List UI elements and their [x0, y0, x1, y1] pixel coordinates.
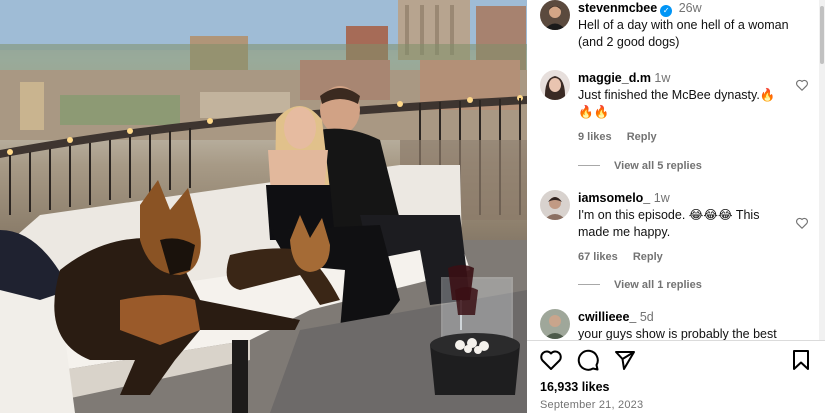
verified-badge-icon: ✓	[660, 5, 673, 17]
comment-likes[interactable]: 67 likes	[578, 251, 618, 263]
comment-text: your guys show is probably the best	[578, 327, 777, 340]
comment-time[interactable]: 5d	[640, 310, 654, 324]
view-replies-button[interactable]: View all 5 replies	[578, 160, 702, 172]
comment-icon[interactable]	[576, 348, 600, 372]
comment-username[interactable]: cwillieee_	[578, 310, 636, 324]
avatar-icon	[540, 70, 570, 100]
post-author[interactable]: stevenmcbee	[578, 1, 657, 15]
comments-panel: stevenmcbee ✓ 26w Hell of a day with one …	[527, 0, 825, 413]
comment-item: cwillieee_ 5d your guys show is probably…	[540, 309, 813, 340]
comment-time[interactable]: 1w	[654, 71, 670, 85]
replies-line	[578, 284, 600, 285]
heart-icon[interactable]	[795, 216, 809, 230]
comment-time[interactable]: 1w	[654, 191, 670, 205]
view-replies-button[interactable]: View all 1 replies	[578, 279, 702, 291]
avatar[interactable]	[540, 309, 570, 339]
reply-button[interactable]: Reply	[627, 131, 657, 143]
post-time[interactable]: 26w	[679, 1, 702, 15]
action-bar	[539, 348, 813, 374]
bookmark-icon[interactable]	[789, 348, 813, 372]
comment-text: I'm on this episode. 😂😂😂 This made me ha…	[578, 208, 760, 239]
comment-text: Just finished the McBee dynasty.🔥🔥🔥	[578, 88, 776, 119]
scrollbar[interactable]	[819, 0, 825, 340]
heart-icon[interactable]	[539, 348, 563, 372]
post-date: September 21, 2023	[540, 399, 644, 411]
comment-likes[interactable]: 9 likes	[578, 131, 612, 143]
replies-line	[578, 165, 600, 166]
share-icon[interactable]	[613, 348, 637, 372]
likes-count[interactable]: 16,933 likes	[540, 380, 610, 394]
avatar-icon	[540, 0, 570, 30]
divider	[527, 340, 825, 341]
view-replies-label[interactable]: View all 1 replies	[614, 279, 702, 291]
heart-icon[interactable]	[795, 78, 809, 92]
photo-illustration	[0, 0, 527, 413]
avatar[interactable]	[540, 190, 570, 220]
caption-text: Hell of a day with one hell of a woman (…	[578, 18, 789, 49]
reply-button[interactable]: Reply	[633, 251, 663, 263]
view-replies-label[interactable]: View all 5 replies	[614, 160, 702, 172]
avatar[interactable]	[540, 0, 570, 30]
avatar[interactable]	[540, 70, 570, 100]
avatar-icon	[540, 309, 570, 339]
comment-username[interactable]: maggie_d.m	[578, 71, 651, 85]
scrollbar-thumb[interactable]	[820, 6, 824, 64]
avatar-icon	[540, 190, 570, 220]
comment-username[interactable]: iamsomelo_	[578, 191, 650, 205]
post-photo[interactable]	[0, 0, 527, 413]
